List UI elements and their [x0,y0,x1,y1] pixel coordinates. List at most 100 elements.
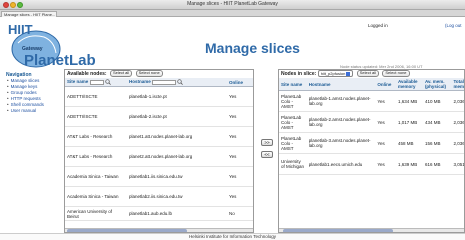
slice-nodes-toolbar: Nodes in slice: hiit_p2pfusion Select al… [279,70,464,78]
slice-col-hostname[interactable]: Hostname [306,78,376,91]
slice-select-none-button[interactable]: Select none [382,70,410,77]
cell-site: ADETTI/ISCTE [65,86,127,107]
cell-online: Yes [375,111,396,133]
hostname-filter-input[interactable] [152,79,177,85]
table-row[interactable]: PlanetLab Colo - AMST planetlab-1.amst.n… [279,90,464,112]
cell-online: Yes [227,166,253,187]
cell-physical-memory: 616 MB [422,153,452,175]
window-title: Manage slices - HIIT PlanetLab Gateway [187,1,278,7]
logged-in-label: Logged in [368,23,388,28]
table-row[interactable]: American University of Beirut planetlab1… [65,206,253,221]
cell-site: PlanetLab Colo - AMST [279,111,307,133]
cell-hostname: planetlab1.aub.edu.lb [127,206,227,221]
search-icon[interactable] [177,79,184,85]
cell-hostname: planetlab2.iis.sinica.edu.tw [127,186,227,207]
available-col-site[interactable]: Site name [65,78,127,87]
cell-hostname: planetlab-2.iscte.pt [127,106,227,127]
page-title: Manage slices [205,40,300,56]
cell-site: PlanetLab Colo - AMST [279,132,307,154]
slice-select-all-button[interactable]: Select all [356,70,379,77]
cell-physical-memory: 410 MB [422,90,452,112]
slice-col-available-memory[interactable]: Available memory [395,78,423,91]
slice-col-physical-memory[interactable]: Av. mem. (physical) [422,78,452,91]
cell-site: AT&T Labs - Research [65,126,127,147]
available-nodes-label: Available nodes: [67,71,107,77]
slice-nodes-panel: Nodes in slice: hiit_p2pfusion Select al… [278,69,465,233]
cell-online: Yes [375,90,396,112]
available-col-online[interactable]: Online [227,78,253,87]
cell-available-memory: 1,634 MB [395,90,423,112]
cell-site: Academia Sinica - Taiwan [65,166,127,187]
table-row[interactable]: Academia Sinica - Taiwan planetlab1.iis.… [65,166,253,187]
cell-site: University of Michigan [279,153,307,175]
available-header-row: Site name Hostname Online [65,78,253,87]
search-icon[interactable] [105,79,111,85]
table-row[interactable]: ADETTI/ISCTE planetlab-2.iscte.pt Yes [65,106,253,127]
cell-physical-memory: 156 MB [422,132,452,154]
site-filter-input[interactable] [89,79,104,85]
nav-item-user-manual[interactable]: User manual [7,108,44,114]
cell-hostname: planetlab-3.amst.nodes.planet-lab.org [306,132,376,154]
table-row[interactable]: PlanetLab Colo - AMST planetlab-2.amst.n… [279,111,464,133]
available-nodes-panel: Available nodes: Select all Select none … [64,69,254,233]
available-select-none-button[interactable]: Select none [135,70,163,77]
cell-total-memory: 2,036 M [451,90,464,112]
available-nodes-table: Site name Hostname Online ADETTI/ISCTE p… [65,78,253,221]
hiit-planetlab-logo[interactable]: HIIT Gateway PlanetLab [4,19,114,71]
slice-col-total-memory[interactable]: Total memory [451,78,464,91]
cell-hostname: planetlab-2.amst.nodes.planet-lab.org [306,111,376,133]
window-titlebar: Manage slices - HIIT PlanetLab Gateway [0,0,465,10]
slice-col-online[interactable]: Online [375,78,396,91]
cell-available-memory: 458 MB [395,132,423,154]
cell-hostname: planetlab-1.amst.nodes.planet-lab.org [306,90,376,112]
tab-bar: Manage slices - HIIT Plane... [0,10,465,17]
table-row[interactable]: Academia Sinica - Taiwan planetlab2.iis.… [65,186,253,207]
cell-site: Academia Sinica - Taiwan [65,186,127,207]
slice-select[interactable]: hiit_p2pfusion [317,70,354,78]
cell-total-memory: 3,051 M [451,153,464,175]
page-footer: Helsinki Institute for Information Techn… [0,233,465,240]
remove-from-slice-button[interactable]: << [261,151,273,158]
available-nodes-toolbar: Available nodes: Select all Select none [65,70,253,78]
table-row[interactable]: ADETTI/ISCTE planetlab-1.iscte.pt Yes [65,86,253,107]
cell-total-memory: 2,036 M [451,111,464,133]
dropdown-arrow-icon [346,72,351,77]
table-row[interactable]: AT&T Labs - Research planet1.att.nodes.p… [65,126,253,147]
cell-site: AT&T Labs - Research [65,146,127,167]
cell-online: Yes [227,146,253,167]
cell-total-memory: 2,036 M [451,132,464,154]
available-col-hostname[interactable]: Hostname [127,78,227,87]
cell-hostname: planetlab-1.iscte.pt [127,86,227,107]
cell-online: Yes [227,86,253,107]
slice-nodes-label: Nodes in slice: [281,71,317,77]
cell-online: Yes [375,132,396,154]
cell-online: No [227,206,253,221]
cell-online: Yes [227,106,253,127]
cell-physical-memory: 434 MB [422,111,452,133]
cell-site: ADETTI/ISCTE [65,106,127,127]
logout-link[interactable]: (Log out [445,23,462,28]
navigation-list: Manage slices Manage keys Group nodes HT… [7,78,44,114]
cell-online: Yes [375,153,396,175]
cell-online: Yes [227,186,253,207]
svg-text:PlanetLab: PlanetLab [24,52,96,69]
cell-site: PlanetLab Colo - AMST [279,90,307,112]
svg-text:HIIT: HIIT [8,22,33,37]
cell-available-memory: 1,639 MB [395,153,423,175]
add-to-slice-button[interactable]: >> [261,139,273,146]
available-select-all-button[interactable]: Select all [109,70,133,77]
table-row[interactable]: PlanetLab Colo - AMST planetlab-3.amst.n… [279,132,464,154]
cell-hostname: planetlab1.eecs.umich.edu [306,153,376,175]
cell-hostname: planet2.att.nodes.planet-lab.org [127,146,227,167]
cell-site: American University of Beirut [65,206,127,221]
cell-hostname: planetlab1.iis.sinica.edu.tw [127,166,227,187]
slice-col-site[interactable]: Site name [279,78,307,91]
cell-available-memory: 1,017 MB [395,111,423,133]
cell-online: Yes [227,126,253,147]
slice-header-row: Site name Hostname Online Available memo… [279,78,464,91]
table-row[interactable]: AT&T Labs - Research planet2.att.nodes.p… [65,146,253,167]
slice-nodes-table: Site name Hostname Online Available memo… [279,78,464,175]
table-row[interactable]: University of Michigan planetlab1.eecs.u… [279,153,464,175]
cell-hostname: planet1.att.nodes.planet-lab.org [127,126,227,147]
footer-text: Helsinki Institute for Information Techn… [189,234,276,239]
